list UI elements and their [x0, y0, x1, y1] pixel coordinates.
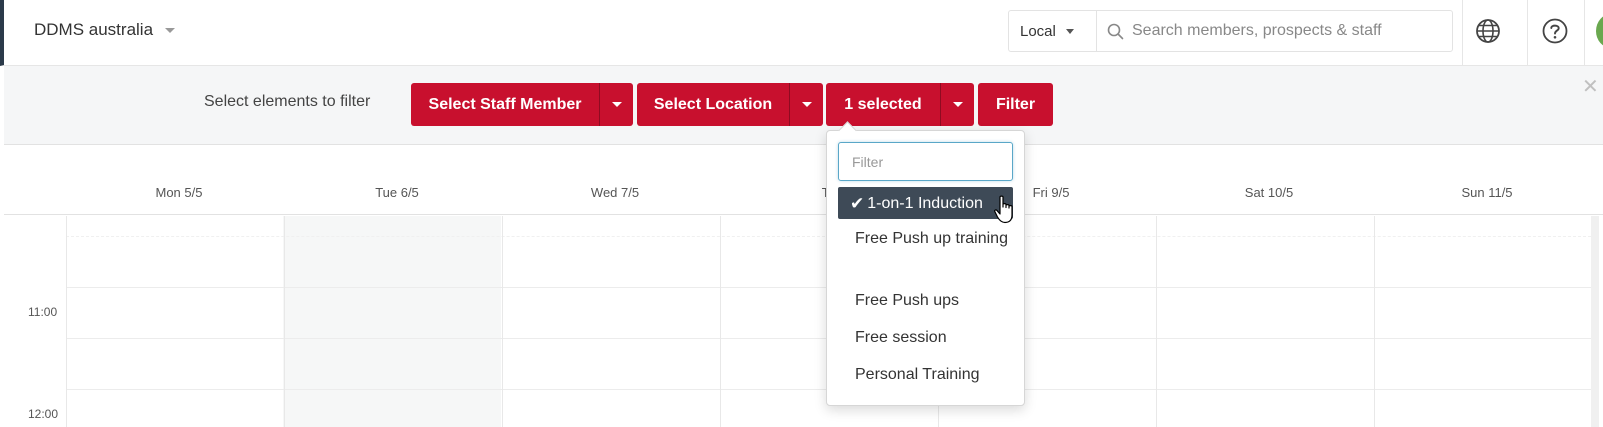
filter-button-group: Filter	[978, 83, 1053, 126]
day-header-sat: Sat 10/5	[1244, 185, 1294, 200]
grid-column-line	[1156, 216, 1157, 427]
checkmark-icon: ✔	[850, 193, 865, 213]
close-icon[interactable]: ✕	[1582, 74, 1599, 99]
filter-button[interactable]: Filter	[978, 83, 1053, 126]
calendar-grid	[4, 216, 1603, 427]
type-button-group: 1 selected	[826, 83, 974, 126]
day-header-mon: Mon 5/5	[155, 185, 203, 200]
chevron-down-icon	[165, 27, 176, 33]
day-header-wed: Wed 7/5	[590, 185, 640, 200]
hand-cursor-icon	[994, 195, 1013, 224]
header-divider	[1527, 0, 1528, 66]
select-staff-member-button[interactable]: Select Staff Member	[411, 83, 599, 126]
filter-bar: Select elements to filter Select Staff M…	[4, 66, 1603, 145]
header-divider	[1462, 0, 1463, 66]
grid-column-line	[284, 216, 285, 427]
chevron-down-icon	[1065, 28, 1074, 34]
type-dropdown-toggle[interactable]	[940, 83, 974, 126]
option-label: 1-on-1 Induction	[867, 194, 983, 212]
location-button-group: Select Location	[637, 83, 823, 126]
grid-column-line	[502, 216, 503, 427]
grid-column-line	[720, 216, 721, 427]
day-header-sun: Sun 11/5	[1461, 185, 1513, 200]
globe-icon[interactable]	[1474, 17, 1502, 45]
dropdown-option[interactable]: Free Push ups	[838, 288, 1013, 313]
dropdown-filter-input[interactable]	[838, 142, 1013, 181]
grid-column-line	[66, 216, 67, 427]
type-selected-button[interactable]: 1 selected	[826, 83, 940, 126]
header-divider	[1584, 0, 1585, 66]
location-dropdown-toggle[interactable]	[789, 83, 823, 126]
select-location-button[interactable]: Select Location	[637, 83, 789, 126]
dropdown-option-selected[interactable]: ✔ 1-on-1 Induction	[838, 187, 1013, 219]
timezone-value: Local	[1020, 22, 1056, 40]
day-header-tue: Tue 6/5	[375, 185, 419, 200]
caret-down-icon	[801, 102, 812, 107]
caret-down-icon	[952, 102, 963, 107]
staff-member-dropdown-toggle[interactable]	[599, 83, 633, 126]
search-input[interactable]	[1132, 22, 1442, 40]
timezone-select[interactable]: Local	[1008, 10, 1097, 52]
dropdown-option[interactable]: Personal Training	[838, 362, 1013, 387]
org-switcher[interactable]: DDMS australia	[34, 20, 176, 40]
today-column	[283, 216, 501, 427]
grid-column-line	[1374, 216, 1375, 427]
search-icon	[1107, 23, 1124, 39]
time-label: 11:00	[28, 305, 58, 319]
time-label: 12:00	[28, 407, 59, 421]
calendar-scrollbar[interactable]	[1591, 216, 1599, 427]
type-dropdown-menu: ✔ 1-on-1 Induction Free Push up training…	[826, 130, 1025, 406]
org-name: DDMS australia	[34, 20, 154, 39]
help-icon[interactable]	[1541, 17, 1569, 45]
staff-member-button-group: Select Staff Member	[411, 83, 633, 126]
dropdown-option[interactable]: Free Push up training	[838, 226, 1013, 251]
calendar-header: Mon 5/5 Tue 6/5 Wed 7/5 Thu Fri 9/5 Sat …	[4, 145, 1603, 215]
filter-label: Select elements to filter	[204, 93, 371, 110]
global-search[interactable]	[1096, 10, 1453, 52]
dropdown-option[interactable]: Free session	[838, 325, 1013, 350]
caret-down-icon	[611, 102, 622, 107]
